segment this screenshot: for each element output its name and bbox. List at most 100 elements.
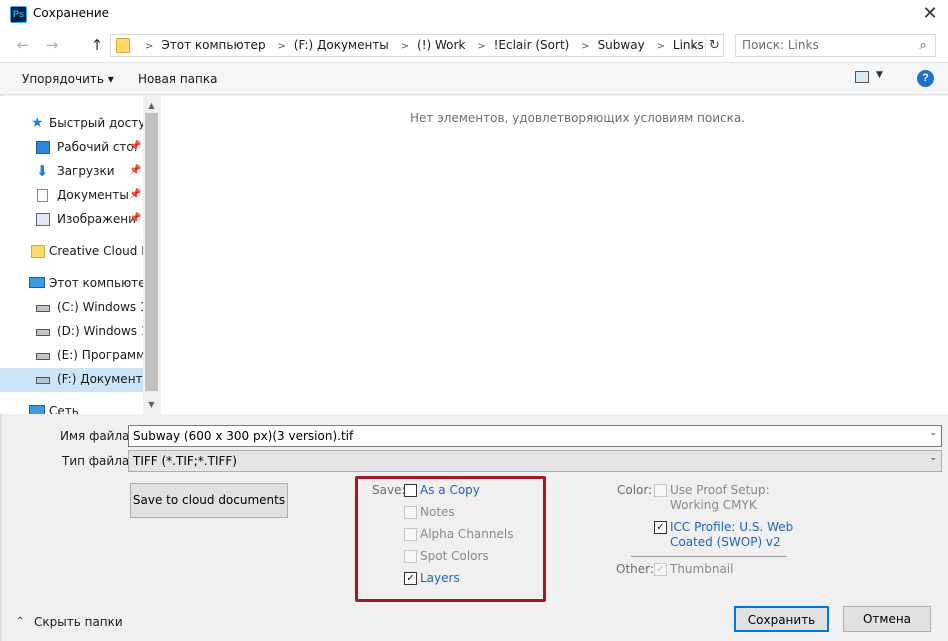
- chevron-down-icon[interactable]: ▼: [876, 70, 883, 80]
- chevron-down-icon[interactable]: ⌄: [929, 453, 937, 463]
- sidebar-item-desktop[interactable]: Рабочий сто. 📌: [0, 136, 143, 160]
- sidebar-item-label: Изображени: [57, 212, 136, 226]
- file-list[interactable]: [161, 96, 948, 414]
- sidebar-item-creative-cloud[interactable]: Creative Cloud Fil: [0, 240, 143, 264]
- network-icon: [29, 405, 45, 414]
- pin-icon: 📌: [129, 189, 142, 200]
- drive-icon: [36, 329, 50, 336]
- sidebar-item-this-pc[interactable]: Этот компьютер: [0, 272, 143, 296]
- chevron-right-icon: >: [400, 41, 410, 52]
- photoshop-logo-icon: Ps: [10, 6, 27, 23]
- breadcrumb-item[interactable]: (F:) Документы: [294, 38, 389, 52]
- star-icon: ★: [31, 115, 44, 131]
- empty-message: Нет элементов, удовлетворяющих условиям …: [410, 111, 746, 125]
- filetype-select[interactable]: TIFF (*.TIF;*.TIFF) ⌄: [128, 450, 942, 472]
- sidebar-item-label: Сеть: [49, 404, 79, 414]
- sidebar-item-images[interactable]: Изображени 📌: [0, 208, 143, 232]
- filename-field[interactable]: ⌄: [128, 425, 942, 447]
- sidebar-item-documents[interactable]: Документы 📌: [0, 184, 143, 208]
- proof-setup-checkbox: [654, 484, 667, 497]
- chevron-down-icon[interactable]: ⌄: [685, 36, 703, 56]
- sidebar-item-drive-d[interactable]: (D:) Windows 10: [0, 320, 143, 344]
- thumbnail-label: Thumbnail: [670, 562, 734, 576]
- chevron-right-icon: >: [277, 41, 286, 52]
- proof-setup-profile: Working CMYK: [670, 498, 757, 512]
- cancel-button[interactable]: Отмена: [843, 606, 931, 632]
- folder-icon: [116, 38, 130, 53]
- forward-arrow-icon[interactable]: →: [41, 34, 63, 56]
- sidebar-item-label: (E:) Программы: [57, 348, 143, 362]
- pin-icon: 📌: [129, 213, 142, 224]
- chevron-right-icon: >: [656, 41, 665, 52]
- filetype-label: Тип файла:: [62, 454, 134, 468]
- drive-icon: [36, 353, 50, 360]
- drive-icon: [36, 377, 50, 384]
- color-options-label: Color:: [617, 483, 653, 497]
- sidebar-item-network[interactable]: Сеть: [0, 400, 143, 414]
- back-arrow-icon[interactable]: ←: [12, 34, 34, 56]
- sidebar-item-label: (D:) Windows 10: [57, 324, 143, 338]
- refresh-icon[interactable]: ↻: [705, 36, 723, 56]
- image-icon: [36, 213, 50, 226]
- search-input[interactable]: [742, 38, 902, 52]
- sidebar-item-label: Рабочий сто.: [57, 140, 138, 154]
- sidebar-item-label: Creative Cloud Fil: [49, 244, 143, 258]
- sidebar-item-downloads[interactable]: ⬇ Загрузки 📌: [0, 160, 143, 184]
- other-options-label: Other:: [616, 562, 654, 576]
- address-bar[interactable]: > Этот компьютер > (F:) Документы > (!) Wor…: [110, 34, 724, 57]
- hide-folders-button[interactable]: Скрыть папки: [34, 615, 123, 629]
- help-icon[interactable]: ?: [917, 70, 934, 87]
- view-mode-icon[interactable]: [855, 71, 869, 83]
- sidebar-item-label: Этот компьютер: [49, 276, 143, 290]
- filename-label: Имя файла:: [60, 429, 134, 443]
- scrollbar-thumb[interactable]: [145, 113, 158, 391]
- save-button[interactable]: Сохранить: [734, 606, 829, 632]
- breadcrumb-item[interactable]: Этот компьютер: [161, 38, 265, 52]
- organize-button[interactable]: Упорядочить ▾: [22, 72, 114, 86]
- save-to-cloud-button[interactable]: Save to cloud documents: [130, 483, 288, 518]
- icc-profile-checkbox[interactable]: ✓: [654, 521, 667, 534]
- divider: [631, 556, 787, 557]
- chevron-right-icon: >: [477, 41, 486, 52]
- desktop-icon: [36, 141, 50, 154]
- chevron-down-icon[interactable]: ⌄: [929, 428, 937, 438]
- scroll-up-icon[interactable]: ▲: [143, 97, 160, 114]
- pin-icon: 📌: [129, 141, 142, 152]
- sidebar-item-label: (F:) Документы: [57, 372, 143, 386]
- up-arrow-icon[interactable]: ↑: [86, 34, 108, 56]
- title-bar: [0, 0, 948, 30]
- download-icon: ⬇: [36, 162, 49, 180]
- filename-input[interactable]: [133, 429, 913, 443]
- pin-icon: 📌: [129, 165, 142, 176]
- icc-profile-name: Coated (SWOP) v2: [670, 535, 781, 549]
- drive-icon: [36, 305, 50, 312]
- chevron-right-icon: >: [145, 41, 154, 52]
- creative-cloud-icon: [31, 245, 45, 258]
- sidebar-item-label: Документы: [57, 188, 129, 202]
- navigation-pane: ★ Быстрый доступ Рабочий сто. 📌 ⬇ Загруз…: [0, 96, 160, 414]
- close-icon[interactable]: ✕: [916, 2, 944, 28]
- new-folder-button[interactable]: Новая папка: [138, 72, 217, 86]
- chevron-up-icon[interactable]: ⌃: [16, 616, 24, 627]
- icc-profile-label[interactable]: ICC Profile: U.S. Web: [670, 520, 793, 534]
- sidebar-item-label: (C:) Windows 10: [57, 300, 143, 314]
- breadcrumb-item[interactable]: Subway: [598, 38, 645, 52]
- breadcrumb-item[interactable]: (!) Work: [417, 38, 465, 52]
- search-box[interactable]: ⌕: [735, 34, 936, 57]
- sidebar-item-quick-access[interactable]: ★ Быстрый доступ: [0, 112, 143, 136]
- breadcrumb-item[interactable]: !Eclair (Sort): [494, 38, 570, 52]
- thumbnail-checkbox: ✓: [654, 563, 667, 576]
- scroll-down-icon[interactable]: ▼: [143, 396, 160, 413]
- computer-icon: [29, 277, 45, 288]
- sidebar-item-label: Быстрый доступ: [49, 116, 143, 130]
- chevron-right-icon: >: [581, 41, 590, 52]
- highlight-box: [355, 476, 546, 602]
- sidebar-item-label: Загрузки: [57, 164, 115, 178]
- filetype-value: TIFF (*.TIF;*.TIFF): [133, 454, 237, 468]
- sidebar-item-drive-c[interactable]: (C:) Windows 10: [0, 296, 143, 320]
- search-icon[interactable]: ⌕: [914, 37, 932, 55]
- window-title: Сохранение: [33, 6, 110, 20]
- sidebar-item-drive-e[interactable]: (E:) Программы: [0, 344, 143, 368]
- breadcrumb: > Этот компьютер > (F:) Документы > (!) Wor…: [137, 38, 704, 52]
- sidebar-item-drive-f[interactable]: (F:) Документы: [0, 368, 143, 392]
